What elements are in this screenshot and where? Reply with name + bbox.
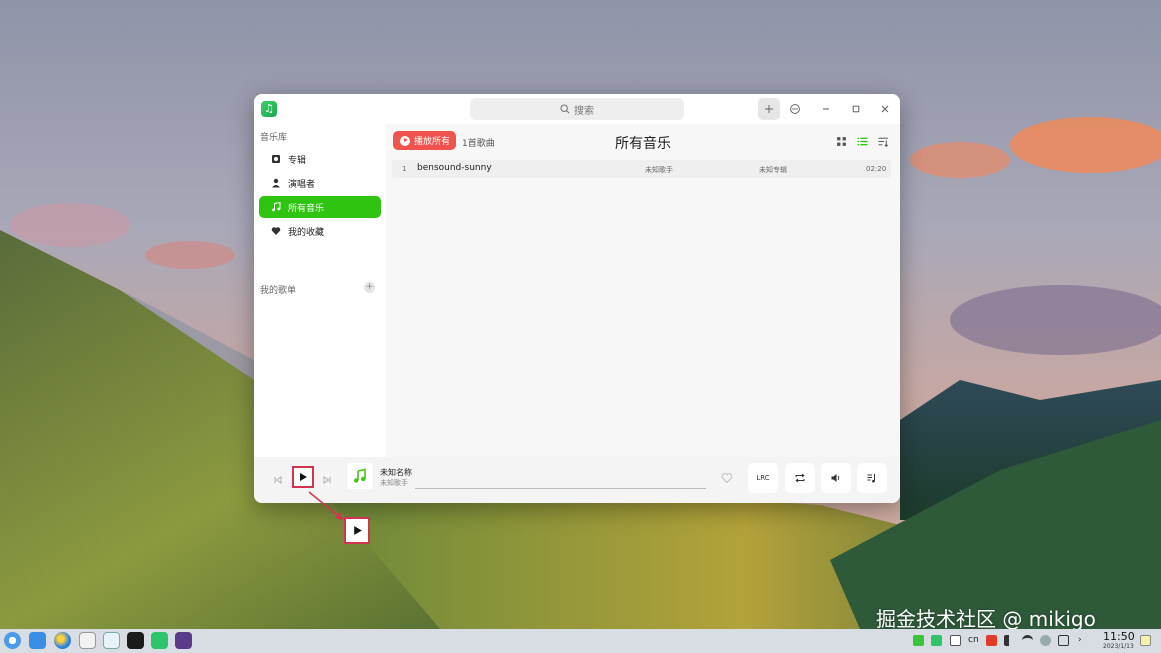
favorite-button[interactable] [712,463,742,493]
playlist-icon [867,474,875,483]
sidebar-item-label: 专辑 [288,155,307,166]
song-index: 1 [402,165,407,173]
more-options-icon [790,104,800,114]
bluetooth-icon[interactable] [1040,635,1051,646]
maximize-icon [852,105,860,113]
minimize-button[interactable] [815,98,837,120]
page-title: 所有音乐 [615,136,671,152]
watermark: 掘金技术社区 @ mikigo [876,607,1096,631]
grid-view-icon [836,136,846,146]
heart-outline-icon [721,473,733,484]
title-bar: ♫ 搜索 [254,94,900,124]
close-button[interactable] [874,98,896,120]
list-view-button[interactable] [856,135,868,147]
volume-tray-icon[interactable] [1004,635,1015,646]
wifi-icon[interactable] [1022,635,1033,646]
notification-icon[interactable] [1140,635,1151,646]
search-input[interactable]: 搜索 [470,98,684,120]
main-content: 播放所有 1首歌曲 所有音乐 1 bensound-sunny 未知歌手 未知专… [386,124,900,457]
album-icon [270,153,282,165]
music-note-icon [354,468,366,483]
music-note-icon [270,201,282,213]
person-icon [270,177,282,189]
table-row[interactable]: 1 bensound-sunny 未知歌手 未知专辑 02:20 [392,160,891,178]
lyrics-button[interactable]: LRC [748,463,778,493]
sogou-input-icon[interactable] [986,635,997,646]
sort-icon [878,137,888,147]
sidebar-item-all-music[interactable]: 所有音乐 [259,196,381,218]
song-title: bensound-sunny [417,163,492,173]
list-view-icon [857,137,867,145]
heart-icon [270,225,282,237]
album-cover[interactable] [347,463,373,489]
repeat-icon [795,473,805,483]
sidebar-item-label: 演唱者 [288,179,316,190]
input-method-indicator[interactable]: cn [968,635,979,645]
battery-icon[interactable] [1058,635,1069,646]
play-all-button[interactable]: 播放所有 [393,131,456,150]
search-placeholder: 搜索 [574,105,594,117]
clock-date[interactable]: 2023/1/13 [1103,643,1134,650]
previous-track-button[interactable] [270,472,286,488]
skip-next-icon [323,476,331,484]
add-button[interactable] [758,98,780,120]
sort-button[interactable] [877,135,889,147]
sidebar: 音乐库 专辑 演唱者 所有音乐 我的收藏 我的歌单 + [254,124,386,503]
volume-button[interactable] [821,463,851,493]
play-all-label: 播放所有 [414,137,451,147]
pycharm-icon[interactable] [127,632,144,649]
sidebar-item-label: 所有音乐 [288,203,325,214]
song-duration: 02:20 [866,165,887,173]
text-editor-icon[interactable] [79,632,96,649]
expand-tray-chevron-icon[interactable]: › [1078,635,1082,645]
music-app-logo-icon: ♫ [261,101,277,117]
launcher-icon[interactable] [4,632,21,649]
browser-icon[interactable] [54,632,71,649]
play-icon [353,526,362,535]
clock-time[interactable]: 11:50 [1103,630,1135,643]
song-album: 未知专辑 [759,166,787,174]
maximize-button[interactable] [845,98,867,120]
skip-previous-icon [274,476,282,484]
sidebar-item-favorites[interactable]: 我的收藏 [259,220,381,242]
play-icon [300,473,307,481]
play-circle-icon [400,135,410,146]
taskbar: cn › 11:50 2023/1/13 [0,629,1161,653]
playlist-queue-button[interactable] [857,463,887,493]
screen-recorder-icon[interactable] [175,632,192,649]
volume-icon [831,474,840,482]
close-icon [881,105,889,113]
grid-view-button[interactable] [835,135,847,147]
library-heading: 音乐库 [260,133,288,143]
song-artist: 未知歌手 [645,166,673,174]
music-app-window: ♫ 搜索 音乐库 专辑 演唱者 所有音乐 我的收藏 我的歌单 + 播放所有 1首… [254,94,900,503]
add-playlist-button[interactable]: + [364,282,375,293]
song-count: 1首歌曲 [462,139,495,149]
my-playlists-heading: 我的歌单 [260,286,297,296]
play-button[interactable] [292,466,314,488]
wechat-tray-icon[interactable] [913,635,924,646]
callout-play-button [344,517,370,544]
tray-app-icon[interactable] [950,635,961,646]
minimize-icon [823,108,829,110]
music-app-taskbar-icon[interactable] [151,632,168,649]
progress-bar[interactable] [415,488,706,489]
music-tray-icon[interactable] [931,635,942,646]
next-track-button[interactable] [319,472,335,488]
now-playing-artist: 未知歌手 [380,479,408,487]
now-playing-title: 未知名称 [380,468,412,477]
repeat-button[interactable] [785,463,815,493]
sidebar-item-artists[interactable]: 演唱者 [259,172,381,194]
search-icon [560,104,570,114]
sidebar-item-label: 我的收藏 [288,227,325,238]
plus-icon [765,105,773,113]
app-store-icon[interactable] [29,632,46,649]
main-menu-button[interactable] [784,98,806,120]
screenshot-tool-icon[interactable] [103,632,120,649]
sidebar-item-albums[interactable]: 专辑 [259,148,381,170]
